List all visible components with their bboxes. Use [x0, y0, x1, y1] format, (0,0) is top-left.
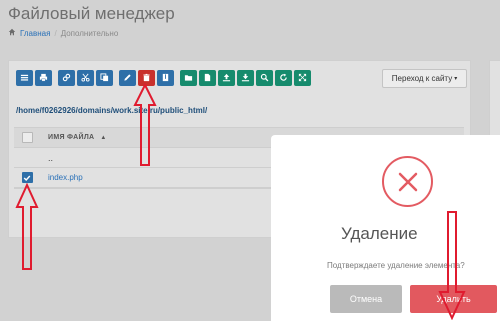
sort-asc-icon[interactable]: ▲	[100, 135, 106, 141]
download-button[interactable]	[237, 70, 254, 86]
new-file-button[interactable]	[199, 70, 216, 86]
goto-site-button[interactable]: Переход к сайту ▾	[382, 69, 467, 88]
pencil-icon	[123, 69, 132, 87]
refresh-icon	[279, 69, 288, 87]
search-button[interactable]	[256, 70, 273, 86]
error-icon	[382, 156, 433, 207]
annotation-arrow-up-delete	[133, 83, 157, 166]
breadcrumb: Главная / Дополнительно	[8, 28, 118, 38]
refresh-button[interactable]	[275, 70, 292, 86]
select-all-checkbox[interactable]	[21, 132, 33, 143]
print-icon	[39, 69, 48, 87]
copy-button[interactable]	[96, 70, 113, 86]
dialog-title: Удаление	[341, 224, 418, 243]
home-icon	[8, 28, 16, 38]
fullscreen-button[interactable]	[294, 70, 311, 86]
new-folder-button[interactable]	[180, 70, 197, 86]
upload-icon	[222, 69, 231, 87]
new-file-icon	[203, 69, 212, 87]
cancel-button[interactable]: Отмена	[330, 285, 402, 313]
print-button[interactable]	[35, 70, 52, 86]
breadcrumb-separator: /	[54, 28, 57, 38]
cut-button[interactable]	[77, 70, 94, 86]
copy-icon	[100, 69, 109, 87]
file-checkbox[interactable]	[21, 172, 33, 183]
column-filename[interactable]: ИМЯ ФАЙЛА	[48, 134, 94, 141]
list-icon	[20, 69, 29, 87]
link-button[interactable]	[58, 70, 75, 86]
breadcrumb-home-link[interactable]: Главная	[20, 29, 50, 38]
select-all-button[interactable]	[16, 70, 33, 86]
annotation-arrow-up-checkbox	[15, 183, 39, 270]
download-icon	[241, 69, 250, 87]
link-icon	[62, 69, 71, 87]
current-path: /home/f0262926/domains/work.site.ru/publ…	[16, 106, 208, 115]
annotation-arrow-down-confirm	[438, 211, 466, 320]
parent-dir-link[interactable]: ..	[48, 153, 53, 163]
archive-icon	[161, 69, 170, 87]
right-panel	[489, 60, 500, 140]
cut-icon	[81, 69, 90, 87]
goto-site-label: Переход к сайту	[391, 74, 453, 83]
caret-down-icon: ▾	[454, 76, 458, 82]
upload-button[interactable]	[218, 70, 235, 86]
file-name-link[interactable]: index.php	[48, 173, 83, 182]
search-icon	[260, 69, 269, 87]
folder-icon	[184, 69, 193, 87]
page-title: Файловый менеджер	[8, 4, 175, 23]
archive-button[interactable]	[157, 70, 174, 86]
breadcrumb-current: Дополнительно	[60, 28, 119, 38]
file-toolbar	[16, 70, 313, 86]
expand-icon	[298, 69, 307, 87]
